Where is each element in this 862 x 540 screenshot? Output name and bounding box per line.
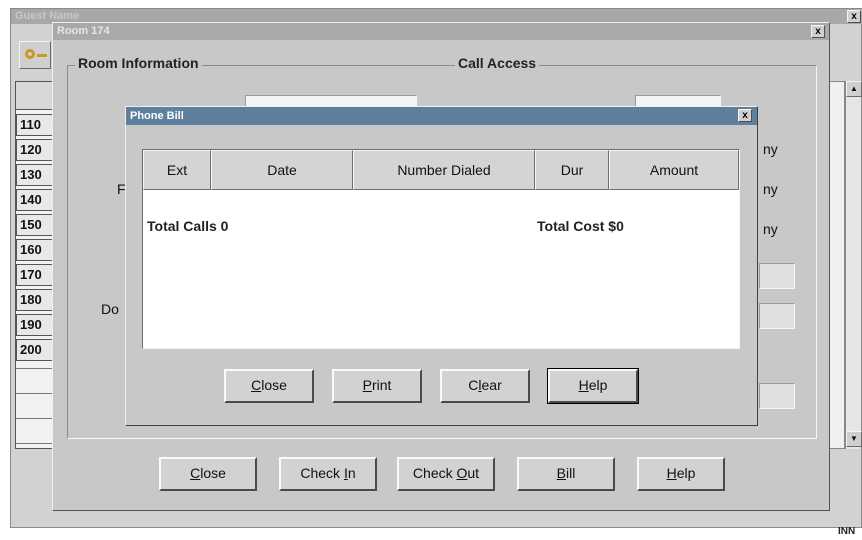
room-close-button[interactable]: Close	[159, 457, 257, 491]
room-information-title: Room Information	[75, 55, 202, 71]
phone-bill-dialog: Phone Bill x Ext Date Number Dialed Dur …	[125, 106, 758, 426]
total-cost-label: Total Cost $0	[537, 218, 624, 234]
room-dialog-close-icon[interactable]: x	[811, 25, 825, 38]
room-list-item[interactable]: 150	[16, 214, 54, 236]
room-list-item[interactable]: 190	[16, 314, 54, 336]
room-help-button[interactable]: Help	[637, 457, 725, 491]
call-access-field-4[interactable]	[759, 383, 795, 409]
call-access-label-1: ny	[763, 141, 778, 157]
scroll-up-button[interactable]: ▲	[846, 81, 862, 97]
room-list-item[interactable]: 110	[16, 114, 54, 136]
guest-vertical-scrollbar[interactable]: ▲ ▼	[845, 81, 862, 449]
print-button[interactable]: Print	[332, 369, 422, 403]
room-list-item[interactable]: 200	[16, 339, 54, 361]
call-access-field-2[interactable]	[759, 263, 795, 289]
phone-bill-close-button[interactable]: Close	[224, 369, 314, 403]
phone-bill-titlebar: Phone Bill	[126, 107, 757, 125]
guest-window-close-icon[interactable]: x	[847, 10, 861, 23]
room-dialog-title: Room 174	[57, 25, 110, 37]
bill-button[interactable]: Bill	[517, 457, 615, 491]
check-out-button[interactable]: Check Out	[397, 457, 495, 491]
room-list-item[interactable]: 170	[16, 264, 54, 286]
guest-list-right-pane	[829, 81, 845, 449]
toolbar-key-icon[interactable]	[19, 41, 51, 69]
phone-bill-help-button[interactable]: Help	[547, 368, 639, 404]
room-info-label-do: Do	[101, 301, 119, 317]
call-access-label-2: ny	[763, 181, 778, 197]
room-list-item[interactable]: 120	[16, 139, 54, 161]
room-list-item[interactable]: 160	[16, 239, 54, 261]
phone-bill-close-icon[interactable]: x	[738, 109, 752, 122]
column-header-date[interactable]: Date	[211, 150, 353, 190]
total-calls-label: Total Calls 0	[147, 218, 229, 234]
column-header-ext[interactable]: Ext	[143, 150, 211, 190]
column-header-number-dialed[interactable]: Number Dialed	[353, 150, 535, 190]
guest-window-title: Guest Name	[15, 10, 80, 22]
scroll-down-button[interactable]: ▼	[846, 431, 862, 447]
clear-button[interactable]: Clear	[440, 369, 530, 403]
room-dialog-titlebar: Room 174	[53, 23, 829, 40]
phone-bill-title: Phone Bill	[130, 110, 184, 122]
room-list-item[interactable]: 140	[16, 189, 54, 211]
column-header-amount[interactable]: Amount	[609, 150, 739, 190]
column-header-dur[interactable]: Dur	[535, 150, 609, 190]
call-access-field-3[interactable]	[759, 303, 795, 329]
room-list-item[interactable]: 130	[16, 164, 54, 186]
check-in-button[interactable]: Check In	[279, 457, 377, 491]
room-list-item[interactable]: 180	[16, 289, 54, 311]
corner-label: INN	[838, 526, 856, 537]
call-access-title: Call Access	[455, 55, 540, 71]
call-access-label-3: ny	[763, 221, 778, 237]
phone-bill-list: Ext Date Number Dialed Dur Amount Total …	[142, 149, 740, 349]
